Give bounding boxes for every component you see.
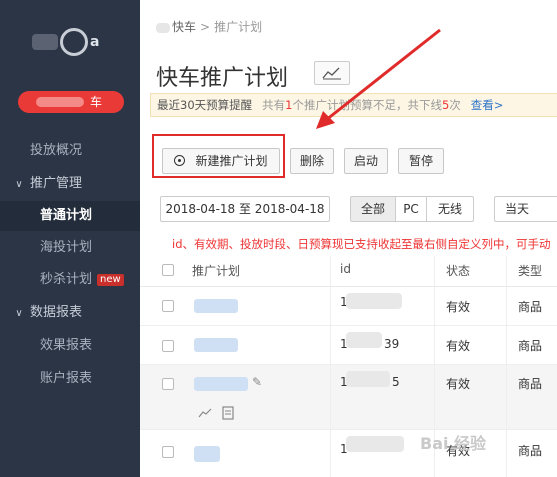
line-chart-icon xyxy=(322,67,341,80)
sidebar-group-promotion[interactable]: ∨ 推广管理 xyxy=(0,173,140,195)
notice-text: 共有1个推广计划预算不足，共下线5次 xyxy=(262,98,461,112)
blurred-label xyxy=(36,97,84,107)
row-checkbox[interactable] xyxy=(162,378,174,390)
watermark: Bai 经验 xyxy=(420,434,487,453)
page-title: 快车推广计划 xyxy=(156,66,289,91)
segment-mobile[interactable]: 无线 xyxy=(426,196,474,222)
sidebar-item-account-report[interactable]: 账户报表 xyxy=(0,368,140,390)
trend-chart-button[interactable] xyxy=(314,61,350,85)
plan-name-redacted[interactable] xyxy=(194,299,238,313)
notice-label: 最近30天预算提醒 xyxy=(157,98,253,112)
id-redacted xyxy=(346,332,382,348)
blurred-mark xyxy=(156,22,170,33)
breadcrumb-root[interactable]: 快车 xyxy=(172,20,196,34)
select-all-checkbox[interactable] xyxy=(162,264,174,276)
line-chart-icon[interactable] xyxy=(198,407,212,419)
sidebar-item-label: 推广管理 xyxy=(30,176,83,191)
row-checkbox[interactable] xyxy=(162,300,174,312)
table-row[interactable]: 1 有效 商品 xyxy=(140,430,557,477)
sidebar-item-overview[interactable]: 投放概况 xyxy=(0,140,140,162)
logo-ring xyxy=(60,28,88,56)
header-status[interactable]: 状态 xyxy=(446,262,470,279)
quick-button-label: 车 xyxy=(89,95,102,109)
row-id-suffix: 39 xyxy=(384,337,400,351)
column-tip: id、有效期、投放时段、日预算现已支持收起至最右侧自定义列中，可手动 xyxy=(172,237,551,251)
row-checkbox[interactable] xyxy=(162,340,174,352)
table-row[interactable]: ✎ 1 5 有效 商品 xyxy=(140,365,557,430)
sidebar-item-label: 投放概况 xyxy=(30,143,83,158)
sidebar-group-reports[interactable]: ∨ 数据报表 xyxy=(0,302,140,324)
plan-name-redacted[interactable] xyxy=(194,377,248,391)
notice-text-c: 次 xyxy=(449,98,461,112)
new-badge: new xyxy=(97,273,124,286)
row-type: 商品 xyxy=(518,377,543,391)
quick-car-button[interactable]: 车 xyxy=(18,91,124,113)
sidebar-item-label: 海投计划 xyxy=(40,240,93,255)
table-row[interactable]: 1 有效 商品 xyxy=(140,287,557,326)
chevron-down-icon: ∨ xyxy=(15,179,23,190)
id-redacted xyxy=(346,371,390,387)
segment-pc[interactable]: PC xyxy=(395,196,427,222)
sidebar-item-normal-plan[interactable]: 普通计划 xyxy=(0,201,140,231)
row-type: 商品 xyxy=(518,339,543,353)
edit-pencil-icon[interactable]: ✎ xyxy=(252,375,262,389)
row-status: 有效 xyxy=(446,300,471,314)
logo[interactable]: a xyxy=(32,28,107,58)
sidebar-item-flash-plan[interactable]: 秒杀计划 new xyxy=(0,269,140,291)
row-type: 商品 xyxy=(518,300,543,314)
date-range-picker[interactable]: 2018-04-18 至 2018-04-18 xyxy=(160,196,330,222)
add-circle-icon xyxy=(174,155,186,166)
main-content: 快车 > 推广计划 快车推广计划 最近30天预算提醒 共有1个推广计划预算不足，共下线… xyxy=(140,0,557,477)
period-select[interactable]: 当天 xyxy=(494,196,557,222)
sidebar-item-massive-plan[interactable]: 海投计划 xyxy=(0,237,140,259)
start-button[interactable]: 启动 xyxy=(344,148,388,174)
sidebar: a 车 投放概况 ∨ 推广管理 普通计划 海投计划 秒杀计划 new ∨ 数据报表 效… xyxy=(0,0,140,477)
row-status: 有效 xyxy=(446,377,471,391)
chevron-down-icon: ∨ xyxy=(15,308,23,319)
sidebar-item-label: 普通计划 xyxy=(40,208,93,223)
report-doc-icon[interactable] xyxy=(222,406,234,420)
id-redacted xyxy=(346,293,402,309)
plan-name-redacted[interactable] xyxy=(194,338,238,352)
table-row[interactable]: 1 39 有效 商品 xyxy=(140,326,557,365)
breadcrumb-separator: > xyxy=(200,20,211,34)
logo-mark xyxy=(32,34,58,50)
header-type[interactable]: 类型 xyxy=(518,262,542,279)
new-plan-label: 新建推广计划 xyxy=(195,154,268,168)
notice-text-b: 个推广计划预算不足，共下线 xyxy=(292,98,442,112)
row-type: 商品 xyxy=(518,444,543,458)
id-redacted xyxy=(346,436,404,452)
plan-name-redacted[interactable] xyxy=(194,446,220,462)
logo-letter: a xyxy=(90,34,100,50)
delete-button[interactable]: 删除 xyxy=(290,148,334,174)
breadcrumb: 快车 > 推广计划 xyxy=(156,18,262,35)
breadcrumb-current: 推广计划 xyxy=(214,20,263,34)
sidebar-item-label: 秒杀计划 xyxy=(40,272,93,287)
new-plan-button[interactable]: 新建推广计划 xyxy=(162,148,280,174)
notice-view-link[interactable]: 查看> xyxy=(471,98,504,112)
sidebar-item-label: 账户报表 xyxy=(40,371,93,386)
sidebar-item-label: 效果报表 xyxy=(40,338,93,353)
sidebar-item-effect-report[interactable]: 效果报表 xyxy=(0,335,140,357)
column-divider xyxy=(330,256,331,477)
row-checkbox[interactable] xyxy=(162,446,174,458)
segment-all[interactable]: 全部 xyxy=(350,196,396,222)
column-divider xyxy=(506,256,507,477)
notice-text-a: 共有 xyxy=(262,98,286,112)
header-id[interactable]: id xyxy=(340,262,351,276)
row-id-suffix: 5 xyxy=(392,375,400,389)
sidebar-item-label: 数据报表 xyxy=(30,305,83,320)
row-status: 有效 xyxy=(446,339,471,353)
header-plan[interactable]: 推广计划 xyxy=(192,262,240,279)
budget-notice-bar: 最近30天预算提醒 共有1个推广计划预算不足，共下线5次 查看> xyxy=(150,93,557,117)
pause-button[interactable]: 暂停 xyxy=(398,148,444,174)
table-header: 推广计划 id 状态 类型 xyxy=(140,256,557,287)
